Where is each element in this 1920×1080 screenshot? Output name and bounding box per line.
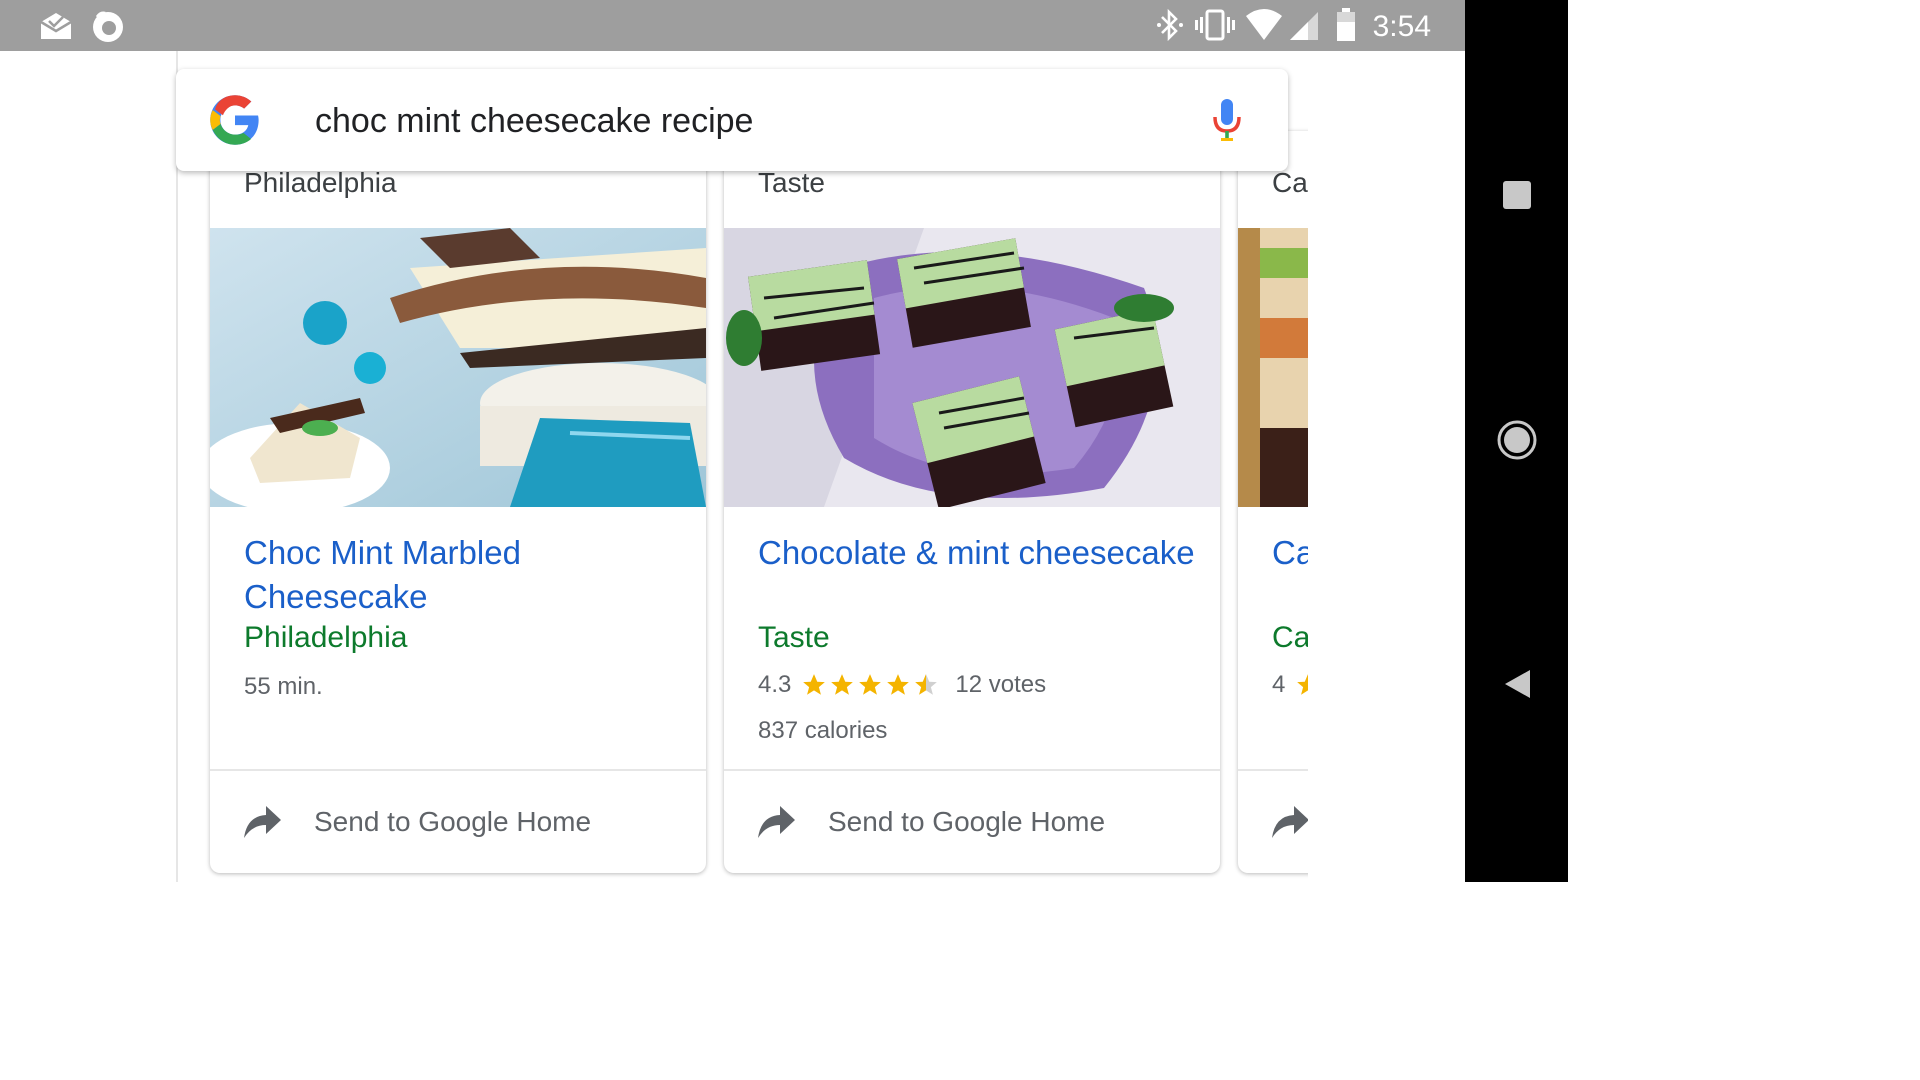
calories: 837 calories — [758, 717, 888, 744]
rating-row: 4 — [1272, 671, 1308, 699]
star-icon — [803, 674, 826, 695]
mail-notification-icon — [38, 10, 74, 47]
microphone-icon[interactable] — [1211, 97, 1243, 148]
send-to-google-home-label: Send to Google Home — [828, 806, 1106, 837]
recents-icon — [1502, 180, 1532, 215]
rating-value: 4.3 — [758, 671, 792, 698]
recipe-title-link[interactable]: Ca Pe — [1272, 531, 1308, 575]
recipe-title-link[interactable]: Choc Mint Marbled Cheesecake — [244, 531, 684, 619]
send-to-google-home-button[interactable] — [1238, 771, 1308, 873]
rating-row: 4.3 12 votes — [758, 671, 1046, 699]
send-to-google-home-label: Send to Google Home — [314, 806, 592, 837]
star-icon — [1297, 675, 1308, 695]
send-to-google-home-button[interactable]: Send to Google Home — [210, 771, 706, 873]
bluetooth-icon — [1156, 8, 1184, 47]
status-bar: 3:54 — [0, 0, 1465, 51]
battery-icon — [1336, 8, 1356, 47]
recipe-source: Taste — [758, 621, 830, 654]
navigation-bar — [1465, 0, 1568, 882]
home-icon — [1496, 419, 1538, 466]
recents-button[interactable] — [1465, 180, 1568, 215]
recipe-card[interactable]: Philadelphia Choc Mint Marbled Cheesecak… — [210, 131, 706, 873]
star-icon — [859, 674, 882, 695]
share-arrow-icon — [1270, 804, 1308, 840]
wifi-icon — [1244, 8, 1284, 47]
share-arrow-icon — [756, 804, 796, 840]
star-icon — [831, 674, 854, 695]
back-button[interactable] — [1465, 668, 1568, 705]
recipe-carousel[interactable]: Philadelphia Choc Mint Marbled Cheesecak… — [176, 51, 1308, 882]
search-bar[interactable] — [176, 69, 1288, 171]
vibrate-icon — [1194, 8, 1236, 47]
cell-signal-icon — [1288, 8, 1322, 47]
recipe-source: Ca — [1272, 621, 1308, 654]
half-star-icon — [915, 674, 938, 695]
firefox-icon — [90, 8, 126, 49]
rating-value: 4 — [1272, 671, 1286, 698]
cook-time-label: 55 min. — [244, 673, 323, 700]
recipe-title-link[interactable]: Chocolate & mint cheesecake — [758, 531, 1198, 575]
clock-time: 3:54 — [1372, 10, 1431, 43]
recipe-image[interactable] — [724, 228, 1220, 507]
card-source-header: Taste — [758, 167, 825, 198]
card-source-header: Philadelphia — [244, 167, 397, 198]
google-g-icon[interactable] — [208, 93, 262, 152]
recipe-image[interactable] — [210, 228, 706, 507]
recipe-card[interactable]: Ca Ca Pe Ca 4 — [1238, 131, 1308, 873]
star-icon — [887, 674, 910, 695]
vote-count: 12 votes — [955, 671, 1047, 698]
share-arrow-icon — [242, 804, 282, 840]
star-rating — [801, 672, 939, 698]
recipe-image[interactable] — [1238, 228, 1308, 507]
home-button[interactable] — [1465, 419, 1568, 466]
recipe-source: Philadelphia — [244, 621, 408, 654]
back-icon — [1502, 668, 1532, 705]
card-source-header: Ca — [1272, 167, 1308, 198]
search-input[interactable] — [313, 97, 1197, 145]
send-to-google-home-button[interactable]: Send to Google Home — [724, 771, 1220, 873]
recipe-card[interactable]: Taste Chocolate & mint cheesecake Taste … — [724, 131, 1220, 873]
